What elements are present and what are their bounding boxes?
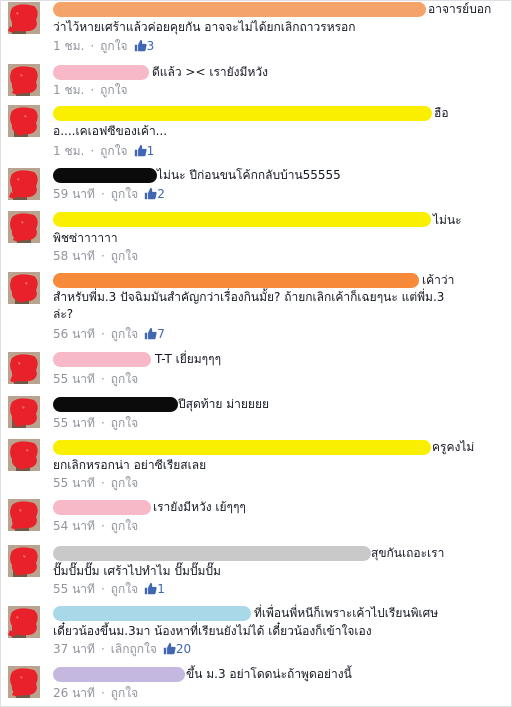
like-count[interactable]: 1 — [144, 582, 165, 596]
timestamp[interactable]: 37 นาที — [53, 642, 95, 656]
avatar[interactable] — [8, 499, 40, 531]
like-link[interactable]: ถูกใจ — [100, 39, 127, 53]
timestamp[interactable]: 59 นาที — [53, 187, 95, 201]
like-count[interactable]: 7 — [144, 327, 165, 341]
avatar[interactable] — [8, 2, 40, 34]
redacted-name — [53, 500, 151, 515]
comment-text: ยกเลิกหรอกน่า อย่าซีเรียสเลย — [53, 458, 207, 472]
comment-text: ขึ้น ม.3 อย่าโดดน่ะถ้าพูดอย่างนี้ — [186, 667, 352, 681]
avatar[interactable] — [8, 606, 40, 638]
like-count[interactable]: 1 — [134, 144, 154, 161]
avatar[interactable] — [8, 64, 40, 96]
comment-meta: 1 ชม. · ถูกใจ — [53, 83, 128, 97]
comment-text: T-T เยี่ยมๆๆๆ — [155, 352, 222, 366]
thumbs-up-icon — [144, 582, 157, 599]
comment-meta: 55 นาที · ถูกใจ — [53, 416, 139, 430]
comment-text: เดี๋ยวน้องขึ้นม.3มา น้องหาที่เรียนยังไม่… — [53, 624, 372, 638]
redacted-name — [53, 65, 149, 80]
timestamp[interactable]: 26 นาที — [53, 686, 95, 700]
like-link[interactable]: ถูกใจ — [100, 83, 127, 97]
comment-meta: 37 นาที · เลิกถูกใจ 20 — [53, 641, 191, 659]
avatar[interactable] — [8, 439, 40, 471]
redacted-name — [53, 440, 431, 455]
redacted-name — [53, 352, 151, 367]
comment-meta: 56 นาที · ถูกใจ 7 — [53, 326, 165, 344]
timestamp[interactable]: 55 นาที — [53, 416, 95, 430]
like-link[interactable]: ถูกใจ — [111, 416, 138, 430]
comment-text: เค้าว่า — [422, 273, 455, 287]
comment-meta: 1 ชม. · ถูกใจ 1 — [53, 143, 154, 161]
comment-text: ไม่นะ — [433, 213, 462, 227]
avatar[interactable] — [8, 211, 40, 243]
comment-text: เรายังมีหวัง เย้ๆๆๆ — [153, 500, 246, 514]
comment-meta: 55 นาที · ถูกใจ 1 — [53, 581, 165, 599]
redacted-name — [53, 212, 431, 227]
comment-text: ไม่นะ ปีก่อนขนโค้กกลับบ้าน55555 — [157, 168, 341, 182]
avatar[interactable] — [8, 168, 40, 200]
like-link[interactable]: ถูกใจ — [111, 582, 138, 596]
unlike-link[interactable]: เลิกถูกใจ — [111, 642, 157, 656]
like-link[interactable]: ถูกใจ — [111, 372, 138, 386]
avatar[interactable] — [8, 545, 40, 577]
like-count[interactable]: 2 — [144, 187, 165, 201]
comment-meta: 59 นาที · ถูกใจ 2 — [53, 186, 165, 204]
like-link[interactable]: ถูกใจ — [111, 249, 138, 263]
like-link[interactable]: ถูกใจ — [111, 519, 138, 533]
like-count[interactable]: 20 — [163, 642, 191, 656]
timestamp[interactable]: 1 ชม. — [53, 39, 84, 53]
avatar[interactable] — [8, 352, 40, 384]
comment-text: ว่าไว้หายเศร้าแล้วค่อยคุยกัน อาจจะไม่ได้… — [53, 20, 356, 34]
comment-text: ฮือ — [434, 106, 449, 120]
like-count[interactable]: 3 — [134, 39, 154, 56]
comment-text: ดีแล้ว >< เรายังมีหวัง — [152, 65, 268, 79]
comment-meta: 55 นาที · ถูกใจ — [53, 372, 139, 386]
timestamp[interactable]: 54 นาที — [53, 519, 95, 533]
thumbs-up-icon — [144, 187, 157, 204]
like-link[interactable]: ถูกใจ — [111, 187, 138, 201]
comment-text: สำหรับพี่ม.3 ปัจฉิมมันสำคัญกว่าเรื่องกิน… — [53, 290, 445, 304]
timestamp[interactable]: 58 นาที — [53, 249, 95, 263]
redacted-name — [53, 397, 178, 412]
timestamp[interactable]: 55 นาที — [53, 582, 95, 596]
redacted-name — [53, 606, 251, 621]
like-link[interactable]: ถูกใจ — [111, 327, 138, 341]
comment-text: ที่เพื่อนพี่หนีก็เพราะเค้าไปเรียนพิเศษ — [254, 606, 439, 620]
avatar[interactable] — [8, 666, 40, 698]
timestamp[interactable]: 56 นาที — [53, 327, 95, 341]
like-link[interactable]: ถูกใจ — [111, 686, 138, 700]
avatar[interactable] — [8, 272, 40, 304]
comment-text: ครูคงไม่ — [432, 440, 475, 454]
redacted-name — [53, 168, 157, 183]
comment-meta: 55 นาที · ถูกใจ — [53, 476, 139, 490]
comment-text: ปั๊มปั๊มปั๊ม เศร้าไปทำไม ปั๊มปั๊มปั๊ม — [53, 564, 221, 578]
timestamp[interactable]: 55 นาที — [53, 372, 95, 386]
comment-text: ปีสุดท้าย ม่ายยยย — [178, 397, 270, 411]
comment-meta: 58 นาที · ถูกใจ — [53, 249, 139, 263]
redacted-name — [53, 2, 426, 17]
redacted-name — [53, 106, 432, 121]
comment-text: พิชซ่าาาาาา — [53, 231, 118, 245]
redacted-name — [53, 273, 419, 288]
thumbs-up-icon — [163, 642, 176, 659]
thumbs-up-icon — [144, 327, 157, 344]
comment-text: ล่ะ? — [53, 307, 74, 321]
timestamp[interactable]: 55 นาที — [53, 476, 95, 490]
comment-text: อาจารย์บอก — [428, 2, 492, 16]
timestamp[interactable]: 1 ชม. — [53, 144, 84, 158]
comment-meta: 1 ชม. · ถูกใจ 3 — [53, 38, 154, 56]
thumbs-up-icon — [134, 144, 147, 161]
comment-meta: 26 นาที · ถูกใจ — [53, 686, 139, 700]
comment-text: สุขกันเถอะเรา — [371, 546, 445, 560]
like-link[interactable]: ถูกใจ — [100, 144, 127, 158]
thumbs-up-icon — [134, 39, 147, 56]
redacted-name — [53, 546, 371, 561]
avatar[interactable] — [8, 396, 40, 428]
comment-text: อ....เคเอฟซีของเค้า... — [53, 124, 168, 138]
like-link[interactable]: ถูกใจ — [111, 476, 138, 490]
comment-meta: 54 นาที · ถูกใจ — [53, 519, 139, 533]
timestamp[interactable]: 1 ชม. — [53, 83, 84, 97]
avatar[interactable] — [8, 105, 40, 137]
redacted-name — [53, 667, 185, 682]
